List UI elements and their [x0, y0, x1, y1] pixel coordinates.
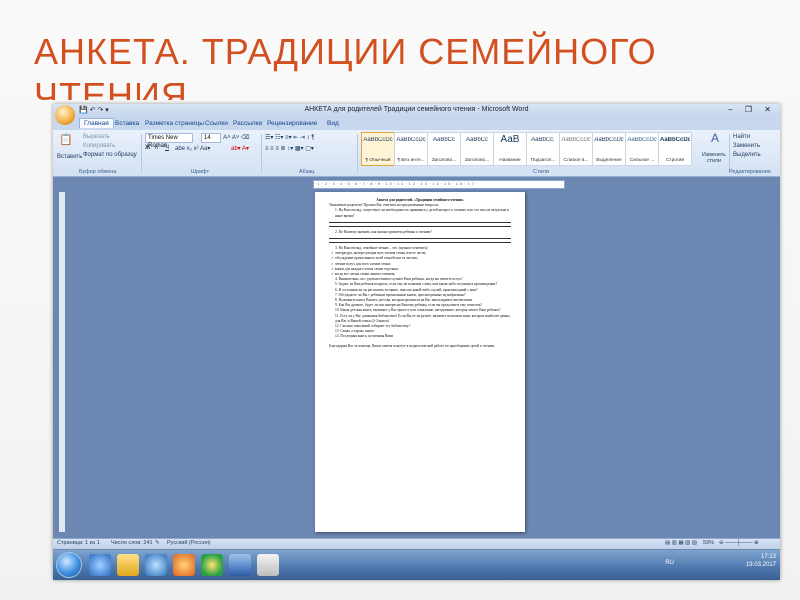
- status-zoom[interactable]: 59%: [703, 540, 714, 546]
- bold-button[interactable]: Ж: [145, 145, 150, 151]
- replace-button[interactable]: Заменить: [733, 143, 760, 149]
- slide-title-line2: ЧТЕНИЯ: [34, 75, 188, 100]
- doc-closing: Благодарим Вас за помощь. Ваши ответы по…: [329, 343, 496, 348]
- doc-question: 11. Есть ли у Вас домашняя библиотека? Е…: [335, 313, 510, 323]
- chrome-icon[interactable]: [201, 554, 223, 576]
- group-clipboard-label: Буфер обмена: [79, 169, 117, 175]
- slide-title-line1: АНКЕТА. ТРАДИЦИИ СЕМЕЙНОГО: [34, 31, 657, 72]
- media-player-icon[interactable]: [145, 554, 167, 576]
- tab-view[interactable]: Вид: [327, 120, 339, 127]
- tab-review[interactable]: Рецензирование: [267, 120, 317, 127]
- word-taskbar-icon[interactable]: [229, 554, 251, 576]
- ribbon-tabs: Главная Вставка Разметка страницы Ссылки…: [53, 118, 780, 130]
- change-styles-icon[interactable]: A: [708, 132, 722, 148]
- group-font-label: Шрифт: [191, 169, 210, 175]
- title-bar: 💾 ↶ ↷ ▾ АНКЕТА для родителей Традиции се…: [53, 104, 780, 118]
- doc-question: 10. Какая детская книга, вызывает у Вас …: [335, 308, 501, 313]
- font-name-field[interactable]: Times New Roman: [145, 133, 193, 149]
- answer-line: [329, 225, 511, 227]
- group-paragraph-label: Абзац: [299, 169, 315, 175]
- group-divider: [729, 134, 730, 172]
- status-page[interactable]: Страница: 1 из 1: [57, 540, 100, 546]
- font-color-button[interactable]: ab▾ A▾: [231, 145, 249, 152]
- status-language[interactable]: Русский (Россия): [167, 540, 211, 546]
- clock-date: 19.03.2017: [745, 562, 776, 568]
- find-button[interactable]: Найти: [733, 134, 750, 140]
- horizontal-ruler[interactable]: ·1·2·3·4·5·6·7·8·9·10·11·12·13·14·15·16·…: [313, 180, 565, 189]
- answer-line: [329, 221, 511, 223]
- slide-title: АНКЕТА. ТРАДИЦИИ СЕМЕЙНОГО ЧТЕНИЯ: [34, 30, 754, 100]
- italic-button[interactable]: К: [155, 145, 159, 151]
- office-button[interactable]: [55, 105, 75, 125]
- zoom-slider[interactable]: ⊖ ───┼─── ⊕: [719, 540, 759, 546]
- format-painter-button[interactable]: Формат по образцу: [83, 152, 137, 158]
- tab-references[interactable]: Ссылки: [205, 120, 228, 127]
- paste-button[interactable]: Вставить: [57, 154, 82, 160]
- ie-icon[interactable]: [89, 554, 111, 576]
- tab-mailings[interactable]: Рассылки: [233, 120, 262, 127]
- view-buttons[interactable]: ▤ ▥ ▦ ▧ ▨: [665, 540, 697, 546]
- styles-gallery: AaBbCcDc ¶ Обычный AaBbCcDc ¶ Без инте... …: [361, 132, 704, 166]
- firefox-icon[interactable]: [173, 554, 195, 576]
- change-styles-button[interactable]: Изменить стили: [699, 152, 729, 164]
- status-bar: Страница: 1 из 1 Число слов: 241 ✎ Русск…: [53, 538, 780, 549]
- vertical-ruler: [59, 192, 65, 532]
- system-clock[interactable]: 17:13 19.03.2017: [746, 553, 776, 569]
- style-subtitle[interactable]: AaBbCc. Подзагол...: [526, 132, 560, 166]
- doc-question-2: 2. По Вашему мнению, как можно привлечь …: [335, 229, 432, 234]
- window-title: АНКЕТА для родителей Традиции семейного …: [304, 106, 529, 113]
- style-normal[interactable]: AaBbCcDc ¶ Обычный: [361, 132, 395, 166]
- doc-question-1: 1. На Ваш взгляд, существует ли необходи…: [335, 208, 509, 218]
- tab-home[interactable]: Главная: [79, 118, 114, 128]
- font-format-buttons[interactable]: abe x₂ x² Aa▾: [175, 145, 210, 152]
- style-subtle-emphasis[interactable]: AaBbCcDc Слабое в...: [559, 132, 593, 166]
- underline-button[interactable]: Ч: [165, 145, 169, 151]
- doc-question: 14. Последняя книга, купленная Вами: [335, 334, 394, 339]
- style-intense-emphasis[interactable]: AaBbCcDc Сильное ...: [625, 132, 659, 166]
- window-controls[interactable]: – ❐ ✕: [728, 105, 776, 114]
- grow-shrink-font-buttons[interactable]: A˄ A˅ ⌫: [223, 134, 250, 141]
- group-divider: [357, 134, 358, 172]
- cut-button[interactable]: Вырезать: [83, 134, 110, 140]
- spellcheck-icon[interactable]: ✎: [155, 540, 160, 546]
- status-words[interactable]: Число слов: 241: [111, 540, 153, 546]
- explorer-icon[interactable]: [117, 554, 139, 576]
- style-heading-1[interactable]: AaBbCc Заголово...: [427, 132, 461, 166]
- app-icon[interactable]: [257, 554, 279, 576]
- doc-question: 5. Задает ли Вам ребенок вопросы, если е…: [335, 282, 497, 287]
- style-no-spacing[interactable]: AaBbCcDc ¶ Без инте...: [394, 132, 428, 166]
- group-divider: [141, 134, 142, 172]
- copy-button[interactable]: Копировать: [83, 143, 115, 149]
- font-size-field[interactable]: 14: [201, 133, 221, 143]
- group-divider: [261, 134, 262, 172]
- style-strong[interactable]: AaBbCcDc Строгий: [658, 132, 692, 166]
- style-heading-2[interactable]: AaBbCc Заголово...: [460, 132, 494, 166]
- answer-line: [329, 238, 511, 240]
- align-buttons[interactable]: ≡ ≡ ≡ ≣ ↕▾ ▦▾ ▢▾: [265, 145, 314, 152]
- answer-line: [329, 242, 511, 244]
- clock-time: 17:13: [760, 554, 776, 560]
- start-button[interactable]: [56, 552, 82, 578]
- group-styles-label: Стили: [533, 169, 549, 175]
- paste-icon[interactable]: 📋: [59, 135, 73, 150]
- select-button[interactable]: Выделить: [733, 152, 761, 158]
- word-screenshot: 💾 ↶ ↷ ▾ АНКЕТА для родителей Традиции се…: [53, 104, 780, 580]
- style-title[interactable]: AaB Название: [493, 132, 527, 166]
- list-buttons[interactable]: ☰▾ ☷▾ ≡▾ ⇤ ⇥ ↕ ¶: [265, 134, 315, 141]
- language-indicator[interactable]: RU: [665, 560, 674, 566]
- group-editing-label: Редактирование: [729, 169, 771, 175]
- style-emphasis[interactable]: AaBbCcDc Выделение: [592, 132, 626, 166]
- taskbar: RU 17:13 19.03.2017: [53, 550, 780, 580]
- tab-insert[interactable]: Вставка: [115, 120, 139, 127]
- document-page[interactable]: Анкета для родителей. «Традиции семейног…: [315, 192, 525, 532]
- tab-page-layout[interactable]: Разметка страницы: [145, 120, 204, 127]
- ribbon: 📋 Вставить Вырезать Копировать Формат по…: [53, 130, 780, 177]
- document-body: Анкета для родителей. «Традиции семейног…: [329, 198, 511, 349]
